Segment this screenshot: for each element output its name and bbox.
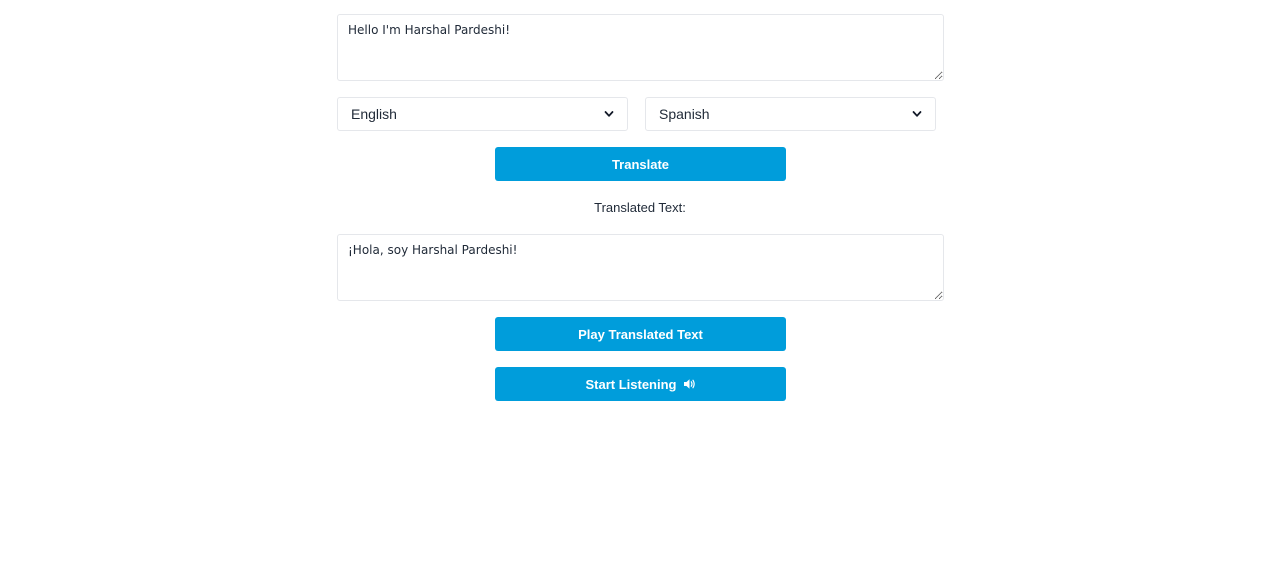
listen-button-label: Start Listening <box>585 376 677 392</box>
speaker-icon <box>683 378 696 390</box>
translate-button[interactable]: Translate <box>495 147 786 181</box>
source-language-value: English <box>351 106 397 122</box>
start-listening-button[interactable]: Start Listening <box>495 367 786 401</box>
source-text-input[interactable]: Hello I'm Harshal Pardeshi! <box>337 14 944 81</box>
source-language-select[interactable]: English <box>337 97 628 131</box>
target-language-select[interactable]: Spanish <box>645 97 936 131</box>
translator-app: Hello I'm Harshal Pardeshi! English Span… <box>0 0 1280 584</box>
target-language-value: Spanish <box>659 106 710 122</box>
chevron-down-icon <box>911 108 923 120</box>
translated-text-heading: Translated Text: <box>594 200 686 215</box>
play-translated-text-button[interactable]: Play Translated Text <box>495 317 786 351</box>
translated-text-output[interactable]: ¡Hola, soy Harshal Pardeshi! <box>337 234 944 301</box>
chevron-down-icon <box>603 108 615 120</box>
play-button-label: Play Translated Text <box>578 326 703 342</box>
translate-button-label: Translate <box>611 156 670 172</box>
